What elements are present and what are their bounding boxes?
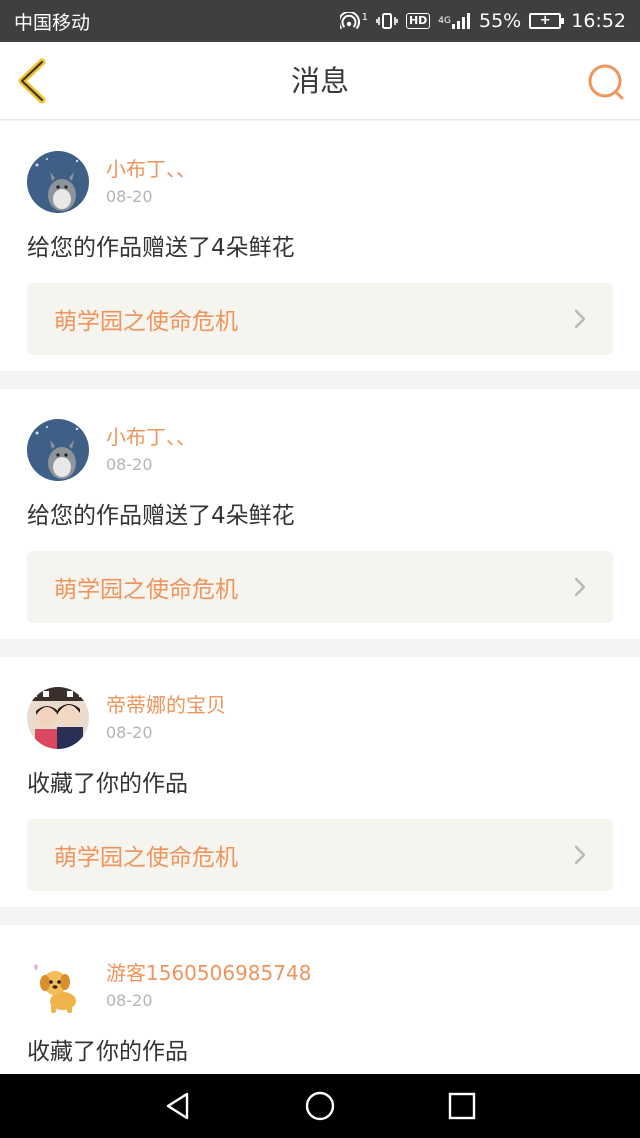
totoro-avatar-icon: [27, 419, 89, 481]
message-date: 08-20: [106, 723, 153, 742]
network-type-label: 4G: [438, 15, 451, 26]
chevron-right-icon: [574, 845, 586, 865]
message-text: 收藏了你的作品: [27, 771, 188, 797]
search-button[interactable]: [586, 62, 626, 102]
avatar[interactable]: [27, 151, 89, 213]
search-icon: [588, 64, 624, 100]
status-icons: 1 HD 4G 55% + 16:52: [339, 10, 626, 32]
clock: 16:52: [571, 10, 626, 32]
message-card: 小布丁、、 08-20 给您的作品赠送了4朵鲜花 萌学园之使命危机: [0, 121, 640, 371]
work-link[interactable]: 萌学园之使命危机: [27, 551, 613, 623]
hd-badge: HD: [405, 13, 431, 29]
message-text: 给您的作品赠送了4朵鲜花: [27, 503, 295, 529]
chevron-right-icon: [574, 309, 586, 329]
username[interactable]: 游客1560506985748: [106, 961, 311, 985]
work-title: 萌学园之使命危机: [54, 845, 238, 871]
page-title: 消息: [290, 64, 349, 98]
work-link[interactable]: 萌学园之使命危机: [27, 819, 613, 891]
message-date: 08-20: [106, 991, 153, 1010]
photo-avatar-icon: [27, 687, 89, 749]
work-title: 萌学园之使命危机: [54, 309, 238, 335]
username[interactable]: 帝蒂娜的宝贝: [106, 693, 226, 717]
triangle-back-icon: [166, 1092, 189, 1120]
system-nav-bar: [0, 1074, 640, 1138]
app-header: 消息: [0, 42, 640, 120]
message-card: 帝蒂娜的宝贝 08-20 收藏了你的作品 萌学园之使命危机: [0, 657, 640, 907]
square-recents-icon: [448, 1092, 476, 1120]
message-card: 小布丁、、 08-20 给您的作品赠送了4朵鲜花 萌学园之使命危机: [0, 389, 640, 639]
status-bar: 中国移动 1 HD 4G 55% + 16:52: [0, 0, 640, 42]
vibrate-icon: [376, 12, 398, 30]
avatar[interactable]: [27, 687, 89, 749]
username[interactable]: 小布丁、、: [106, 425, 196, 449]
work-link[interactable]: 萌学园之使命危机: [27, 283, 613, 355]
puppy-avatar-icon: [27, 955, 89, 1017]
message-text: 收藏了你的作品: [27, 1039, 188, 1065]
message-text: 给您的作品赠送了4朵鲜花: [27, 235, 295, 261]
totoro-avatar-icon: [27, 151, 89, 213]
message-card: 游客1560506985748 08-20 收藏了你的作品: [0, 925, 640, 1074]
nav-recents-button[interactable]: [446, 1090, 478, 1122]
username[interactable]: 小布丁、、: [106, 157, 196, 181]
nav-back-button[interactable]: [162, 1090, 194, 1122]
nav-home-button[interactable]: [304, 1090, 336, 1122]
message-list[interactable]: 小布丁、、 08-20 给您的作品赠送了4朵鲜花 萌学园之使命危机 小布丁、、 …: [0, 121, 640, 1074]
battery-icon: +: [529, 13, 565, 29]
message-date: 08-20: [106, 455, 153, 474]
hotspot-count: 1: [361, 11, 368, 23]
message-date: 08-20: [106, 187, 153, 206]
signal-icon: 4G: [438, 12, 471, 30]
work-title: 萌学园之使命危机: [54, 577, 238, 603]
battery-percent: 55%: [479, 10, 522, 32]
hotspot-icon: 1: [339, 11, 368, 30]
avatar[interactable]: [27, 419, 89, 481]
circle-home-icon: [305, 1091, 335, 1121]
avatar[interactable]: [27, 955, 89, 1017]
chevron-right-icon: [574, 577, 586, 597]
carrier-label: 中国移动: [14, 11, 91, 34]
